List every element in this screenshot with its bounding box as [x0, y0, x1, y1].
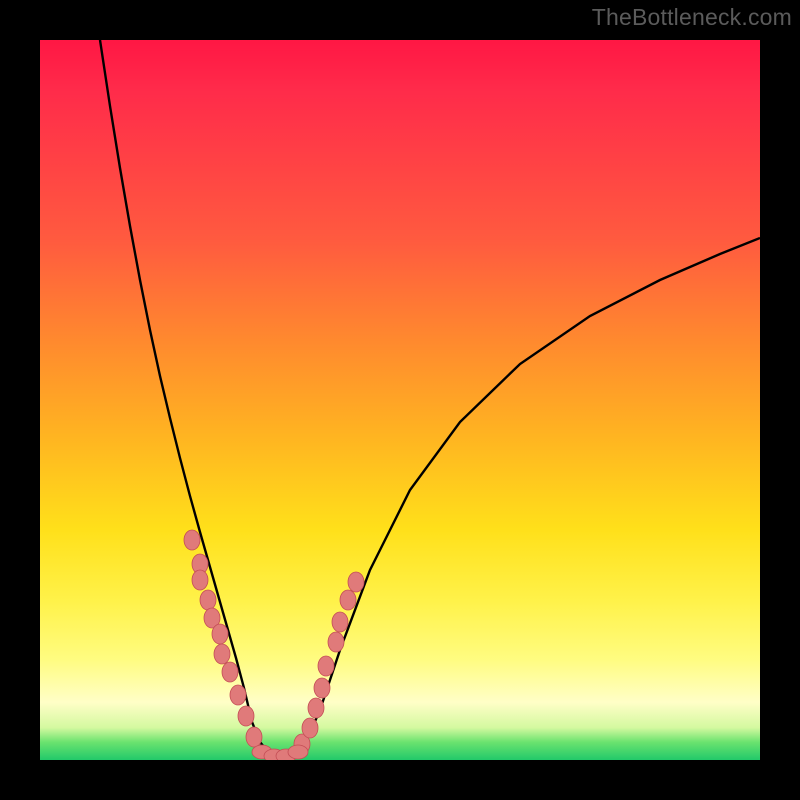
data-dot: [340, 590, 356, 610]
plot-area: [40, 40, 760, 760]
data-dot: [348, 572, 364, 592]
bottleneck-curve: [100, 40, 760, 756]
data-dot: [332, 612, 348, 632]
data-dot: [246, 727, 262, 747]
data-dot: [212, 624, 228, 644]
data-dot: [308, 698, 324, 718]
curve-path: [100, 40, 760, 756]
data-dot: [288, 745, 308, 759]
data-dot: [222, 662, 238, 682]
data-dot: [214, 644, 230, 664]
outer-frame: TheBottleneck.com: [0, 0, 800, 800]
data-dots: [184, 530, 364, 760]
data-dot: [230, 685, 246, 705]
data-dot: [318, 656, 334, 676]
data-dot: [200, 590, 216, 610]
chart-svg: [40, 40, 760, 760]
watermark-text: TheBottleneck.com: [592, 4, 792, 31]
data-dot: [238, 706, 254, 726]
data-dot: [192, 570, 208, 590]
data-dot: [184, 530, 200, 550]
data-dot: [328, 632, 344, 652]
data-dot: [314, 678, 330, 698]
data-dot: [302, 718, 318, 738]
